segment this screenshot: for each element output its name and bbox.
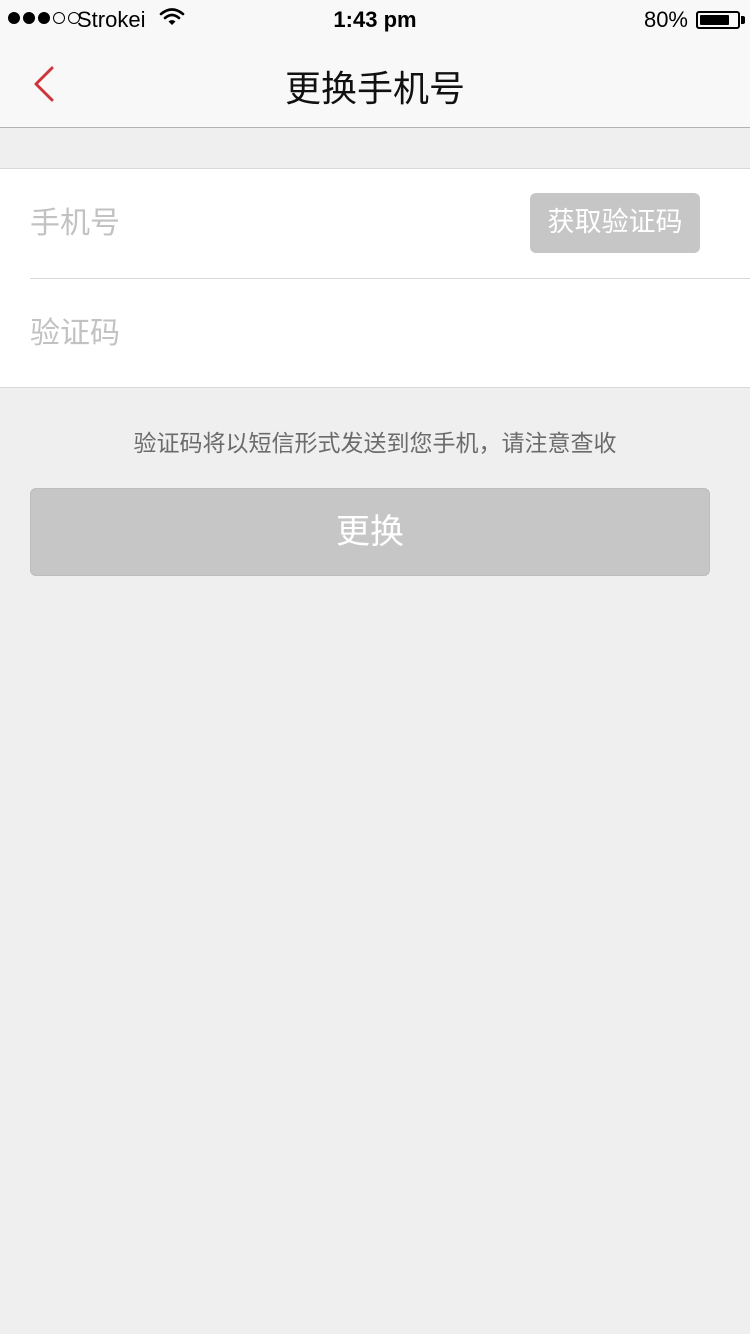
phone-input[interactable] [30,199,510,247]
phone-row: 获取验证码 [0,169,750,278]
battery-icon [696,11,740,29]
sms-hint-text: 验证码将以短信形式发送到您手机，请注意查收 [133,431,617,457]
battery-percentage: 80% [643,7,688,32]
code-row [0,279,750,388]
battery-level [700,15,729,25]
change-button[interactable]: 更换 [30,488,710,576]
verification-code-input[interactable] [30,309,510,357]
get-code-button[interactable]: 获取验证码 [530,193,700,253]
status-bar: Strokei 1:43 pm 80% [0,0,750,40]
status-time: 1:43 pm [333,7,417,32]
form-card: 获取验证码 [0,168,750,388]
navigation-bar: 更换手机号 [0,40,750,128]
battery-cap [741,16,745,24]
page-title: 更换手机号 [284,69,465,110]
